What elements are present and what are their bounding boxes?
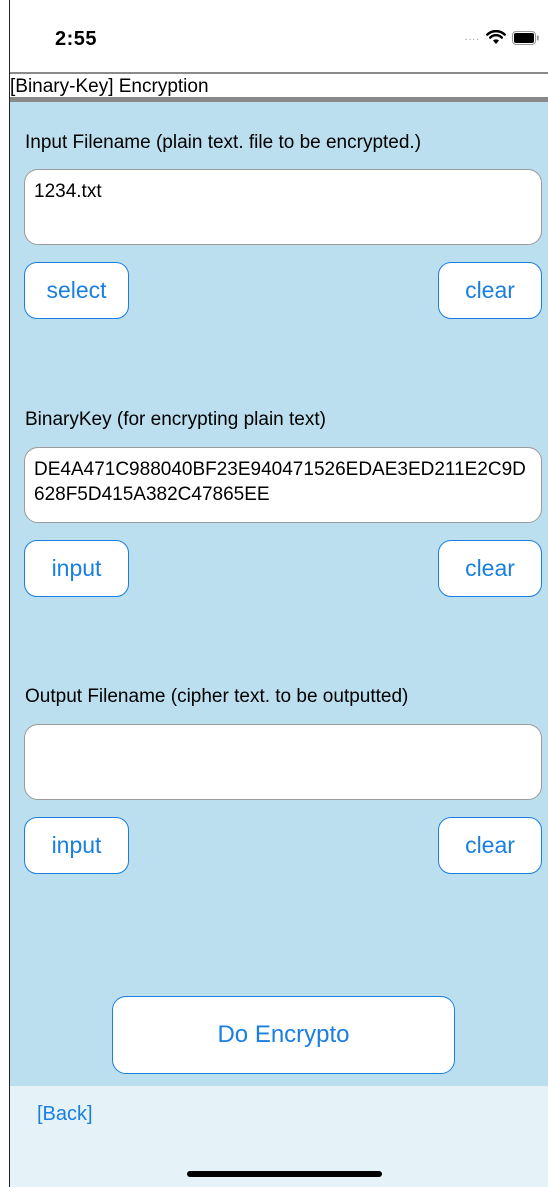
clear-output-file-button[interactable]: clear bbox=[438, 817, 542, 874]
bottom-bar: [Back] bbox=[10, 1086, 548, 1187]
home-indicator bbox=[187, 1171, 382, 1177]
main-content: Input Filename (plain text. file to be e… bbox=[10, 102, 548, 1086]
do-encrypt-button[interactable]: Do Encrypto bbox=[112, 996, 455, 1074]
back-link[interactable]: [Back] bbox=[37, 1103, 93, 1126]
clear-input-file-button[interactable]: clear bbox=[438, 262, 542, 319]
select-input-file-button[interactable]: select bbox=[24, 262, 129, 319]
input-output-file-button[interactable]: input bbox=[24, 817, 129, 874]
input-filename-label: Input Filename (plain text. file to be e… bbox=[25, 132, 422, 153]
binary-key-label: BinaryKey (for encrypting plain text) bbox=[25, 409, 326, 430]
page-title: [Binary-Key] Encryption bbox=[10, 76, 209, 97]
clear-binary-key-button[interactable]: clear bbox=[438, 540, 542, 597]
output-filename-field[interactable] bbox=[24, 724, 542, 800]
binary-key-field[interactable]: DE4A471C988040BF23E940471526EDAE3ED211E2… bbox=[24, 447, 542, 523]
input-binary-key-button[interactable]: input bbox=[24, 540, 129, 597]
status-bar: 2:55 .... bbox=[10, 0, 548, 72]
cellular-signal-icon: .... bbox=[464, 31, 480, 43]
wifi-icon bbox=[486, 30, 506, 44]
battery-icon bbox=[512, 30, 539, 45]
output-filename-label: Output Filename (cipher text. to be outp… bbox=[25, 686, 409, 707]
app-screen: 2:55 .... [Binary-Key] Encryption Input … bbox=[0, 0, 548, 1187]
input-filename-field[interactable]: 1234.txt bbox=[24, 169, 542, 245]
status-time: 2:55 bbox=[55, 28, 98, 50]
title-bar: [Binary-Key] Encryption bbox=[10, 72, 548, 102]
status-indicators: .... bbox=[465, 30, 540, 45]
